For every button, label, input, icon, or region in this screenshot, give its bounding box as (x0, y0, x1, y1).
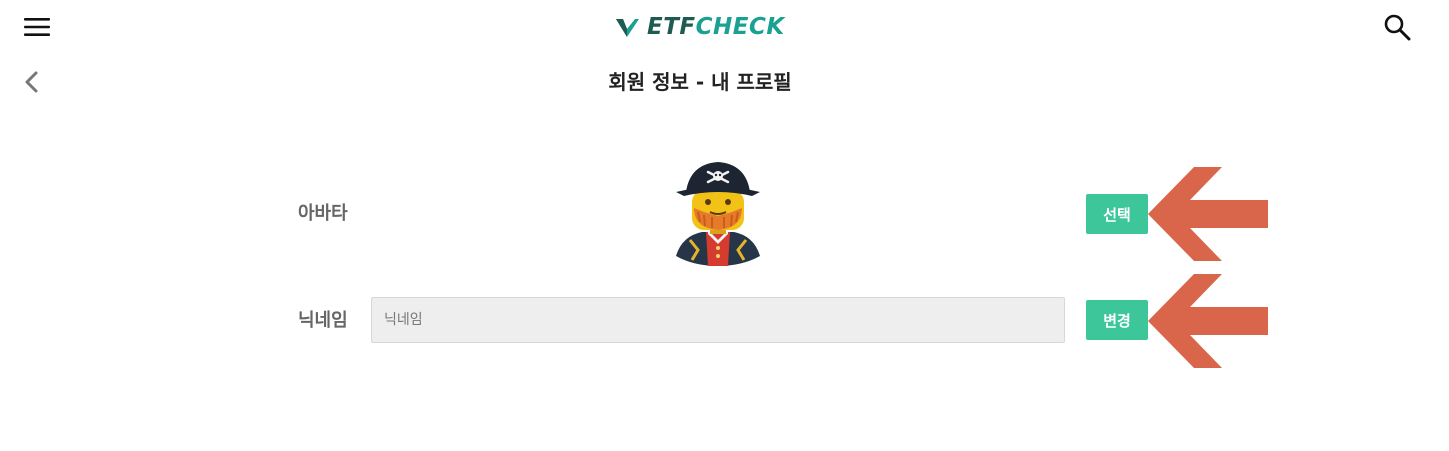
nickname-input[interactable] (371, 297, 1065, 343)
page-title: 회원 정보 - 내 프로필 (608, 70, 792, 94)
etfcheck-logo[interactable]: ETFCHECK (615, 14, 785, 40)
logo-text-check: CHECK (695, 14, 785, 40)
arrow-left-icon (1148, 167, 1268, 261)
select-avatar-button[interactable]: 선택 (1086, 194, 1148, 234)
logo-text: ETFCHECK (647, 14, 785, 40)
arrow-left-icon (1148, 274, 1268, 368)
logo-text-etf: ETF (647, 14, 696, 40)
hamburger-menu-icon[interactable] (24, 16, 50, 38)
search-icon[interactable] (1383, 13, 1411, 41)
change-nickname-button[interactable]: 변경 (1086, 300, 1148, 340)
nickname-label: 닉네임 (298, 310, 348, 331)
avatar-label: 아바타 (298, 203, 348, 224)
pirate-avatar-image[interactable] (672, 160, 764, 266)
logo-checkmark-icon (616, 19, 639, 37)
